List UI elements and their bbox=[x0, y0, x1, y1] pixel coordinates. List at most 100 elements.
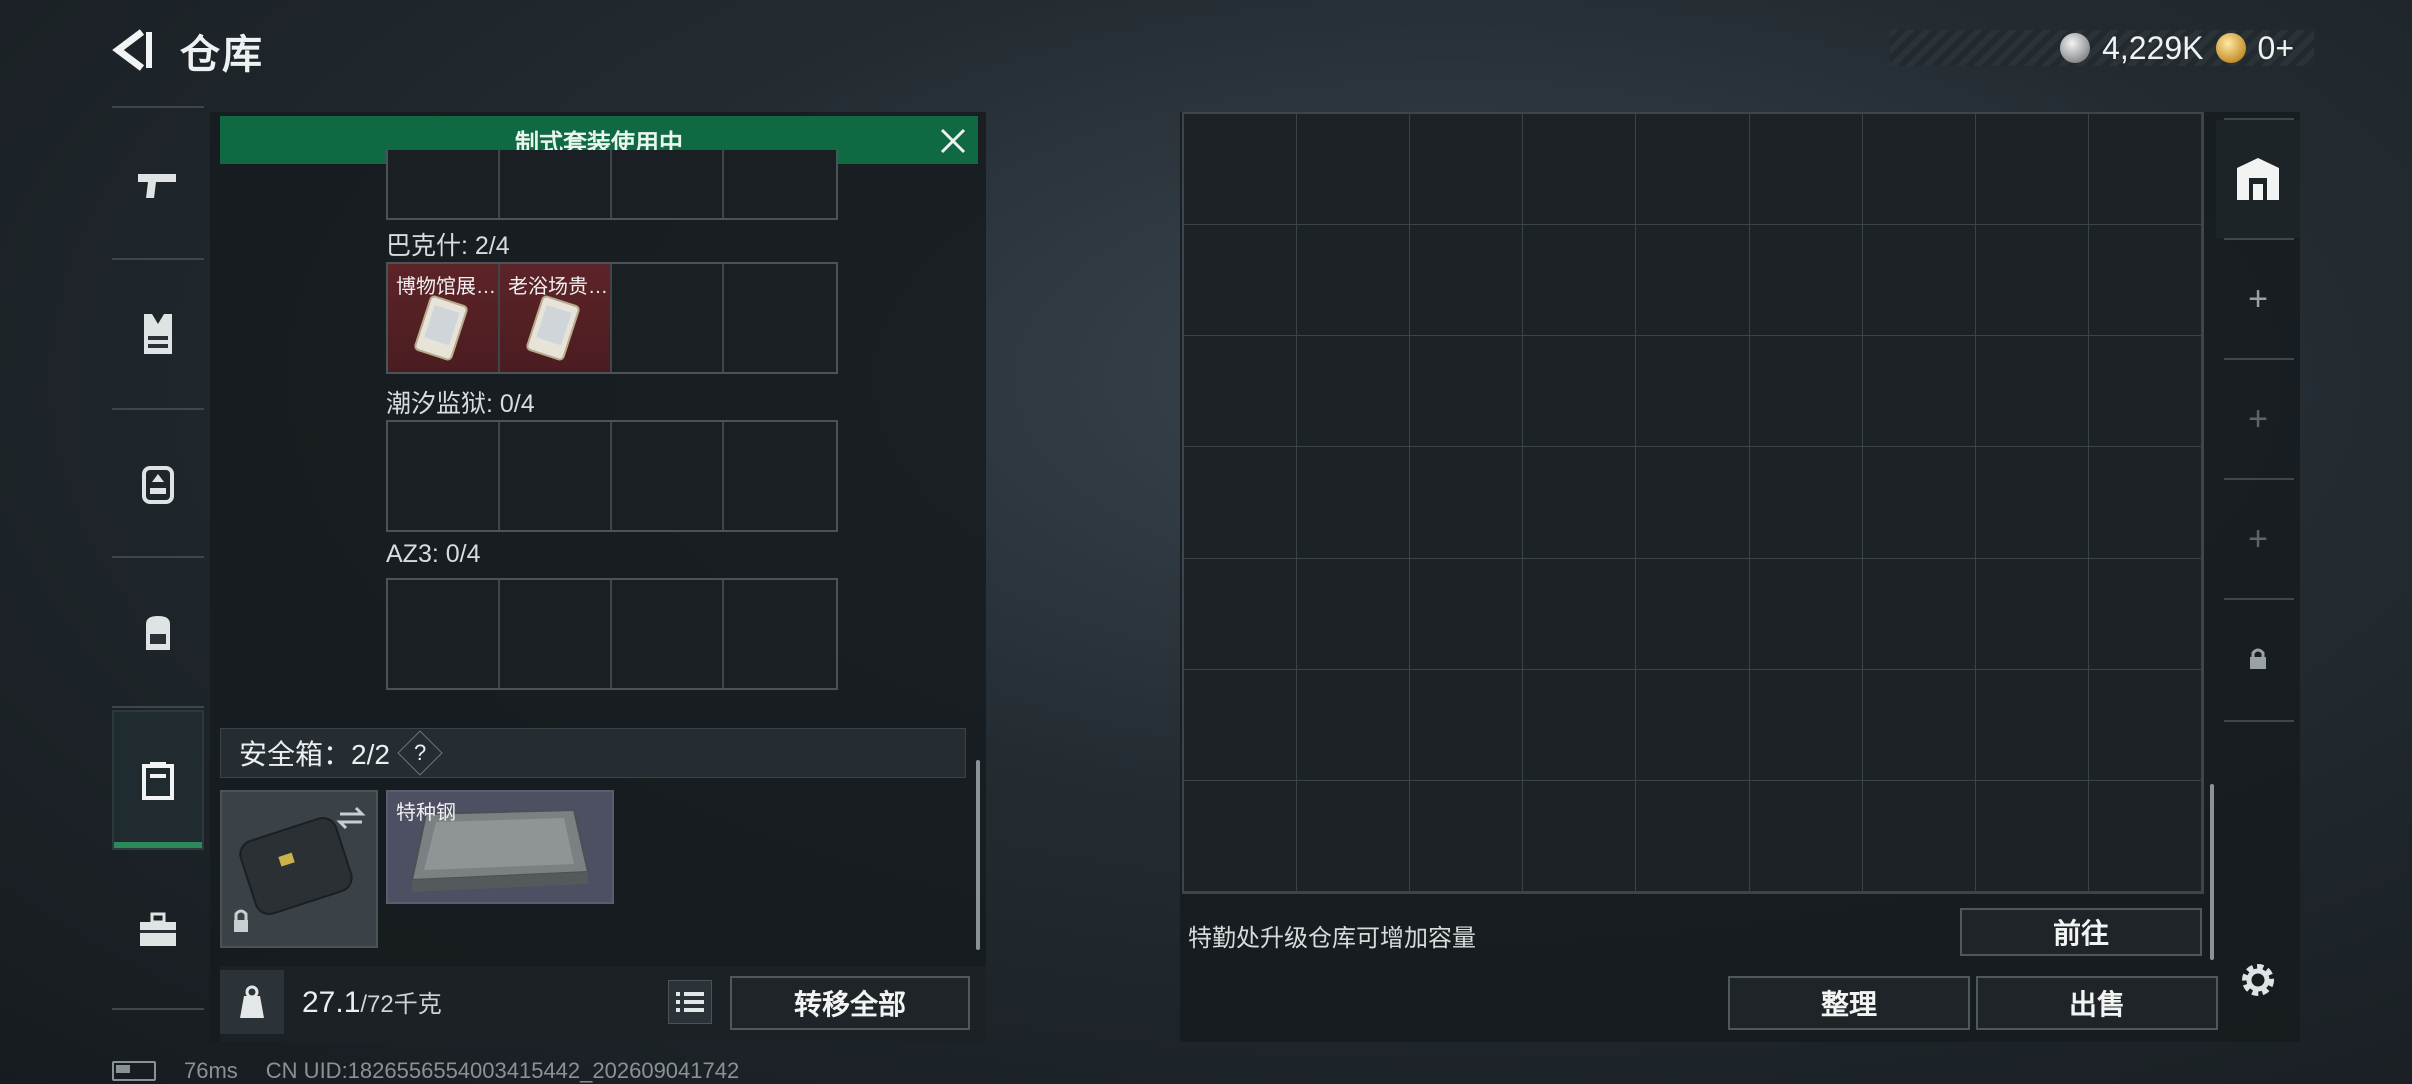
nav-backpack[interactable] bbox=[112, 572, 204, 692]
back-button[interactable] bbox=[112, 28, 156, 72]
grid-cell-item[interactable]: 老浴场贵… bbox=[500, 264, 612, 372]
grid-cell[interactable] bbox=[500, 580, 612, 688]
grid-cell[interactable] bbox=[724, 264, 836, 372]
grid-cell[interactable] bbox=[500, 422, 612, 530]
warehouse-cell[interactable] bbox=[1862, 447, 1976, 559]
grid-cell[interactable] bbox=[500, 150, 612, 218]
warehouse-tab-add-2[interactable]: + bbox=[2216, 360, 2300, 478]
warehouse-cell[interactable] bbox=[1184, 780, 1298, 892]
nav-vest[interactable] bbox=[112, 274, 204, 394]
warehouse-cell[interactable] bbox=[1523, 447, 1637, 559]
warehouse-cell[interactable] bbox=[1410, 114, 1524, 226]
warehouse-cell[interactable] bbox=[1862, 558, 1976, 670]
grid-cell[interactable] bbox=[388, 150, 500, 218]
warehouse-tab-locked[interactable] bbox=[2216, 600, 2300, 718]
warehouse-cell[interactable] bbox=[1410, 669, 1524, 781]
grid-cell[interactable] bbox=[724, 580, 836, 688]
warehouse-cell[interactable] bbox=[2088, 558, 2202, 670]
warehouse-tab-add-3[interactable]: + bbox=[2216, 480, 2300, 598]
warehouse-cell[interactable] bbox=[1523, 114, 1637, 226]
warehouse-cell[interactable] bbox=[1636, 225, 1750, 337]
warehouse-cell[interactable] bbox=[1297, 225, 1411, 337]
nav-chest-rig[interactable] bbox=[112, 424, 204, 544]
organize-button[interactable]: 整理 bbox=[1728, 976, 1970, 1030]
warehouse-cell[interactable] bbox=[1636, 114, 1750, 226]
warehouse-cell[interactable] bbox=[1297, 558, 1411, 670]
warehouse-cell[interactable] bbox=[1862, 114, 1976, 226]
warehouse-cell[interactable] bbox=[1523, 669, 1637, 781]
warehouse-cell[interactable] bbox=[1410, 336, 1524, 448]
warehouse-cell[interactable] bbox=[1184, 447, 1298, 559]
grid-cell[interactable] bbox=[612, 150, 724, 218]
grid-cell-item[interactable]: 博物馆展… bbox=[388, 264, 500, 372]
warehouse-cell[interactable] bbox=[1975, 447, 2089, 559]
warehouse-cell[interactable] bbox=[1749, 336, 1863, 448]
warehouse-cell[interactable] bbox=[1975, 225, 2089, 337]
warehouse-tab-add-1[interactable]: + bbox=[2216, 240, 2300, 358]
right-scrollbar[interactable] bbox=[2210, 784, 2214, 960]
warehouse-cell[interactable] bbox=[1410, 447, 1524, 559]
grid-cell[interactable] bbox=[388, 580, 500, 688]
warehouse-cell[interactable] bbox=[2088, 225, 2202, 337]
warehouse-cell[interactable] bbox=[1523, 336, 1637, 448]
warehouse-cell[interactable] bbox=[1184, 225, 1298, 337]
warehouse-cell[interactable] bbox=[1297, 114, 1411, 226]
warehouse-cell[interactable] bbox=[1184, 558, 1298, 670]
grid-cell[interactable] bbox=[612, 580, 724, 688]
warehouse-cell[interactable] bbox=[1749, 447, 1863, 559]
banner-close-button[interactable] bbox=[936, 124, 970, 158]
warehouse-cell[interactable] bbox=[1297, 780, 1411, 892]
nav-safe-box[interactable] bbox=[112, 710, 204, 850]
warehouse-cell[interactable] bbox=[1862, 225, 1976, 337]
settings-button[interactable] bbox=[2236, 958, 2280, 1002]
left-scrollbar[interactable] bbox=[976, 760, 980, 950]
list-view-button[interactable] bbox=[668, 980, 712, 1024]
safe-box-slot[interactable] bbox=[220, 790, 378, 948]
gold-amount[interactable]: 0+ bbox=[2258, 30, 2294, 67]
special-steel-item[interactable]: 特种钢 bbox=[386, 790, 614, 904]
warehouse-cell[interactable] bbox=[1636, 780, 1750, 892]
grid-cell[interactable] bbox=[388, 422, 500, 530]
warehouse-cell[interactable] bbox=[1636, 558, 1750, 670]
goto-button[interactable]: 前往 bbox=[1960, 908, 2202, 956]
warehouse-tab-main[interactable] bbox=[2216, 120, 2300, 238]
grid-cell[interactable] bbox=[724, 150, 836, 218]
nav-toolbox[interactable] bbox=[112, 870, 204, 990]
warehouse-cell[interactable] bbox=[1410, 558, 1524, 670]
warehouse-cell[interactable] bbox=[1862, 669, 1976, 781]
sell-button[interactable]: 出售 bbox=[1976, 976, 2218, 1030]
warehouse-cell[interactable] bbox=[1636, 669, 1750, 781]
warehouse-cell[interactable] bbox=[2088, 780, 2202, 892]
warehouse-cell[interactable] bbox=[2088, 336, 2202, 448]
warehouse-cell[interactable] bbox=[1297, 669, 1411, 781]
warehouse-cell[interactable] bbox=[1184, 336, 1298, 448]
warehouse-cell[interactable] bbox=[1862, 780, 1976, 892]
warehouse-cell[interactable] bbox=[1975, 336, 2089, 448]
warehouse-cell[interactable] bbox=[1975, 114, 2089, 226]
warehouse-cell[interactable] bbox=[1975, 780, 2089, 892]
warehouse-cell[interactable] bbox=[1749, 780, 1863, 892]
warehouse-cell[interactable] bbox=[2088, 114, 2202, 226]
warehouse-cell[interactable] bbox=[1749, 225, 1863, 337]
warehouse-cell[interactable] bbox=[1636, 447, 1750, 559]
warehouse-cell[interactable] bbox=[1749, 669, 1863, 781]
grid-cell[interactable] bbox=[612, 264, 724, 372]
warehouse-cell[interactable] bbox=[1523, 558, 1637, 670]
warehouse-cell[interactable] bbox=[1184, 114, 1298, 226]
warehouse-cell[interactable] bbox=[1410, 780, 1524, 892]
warehouse-cell[interactable] bbox=[1523, 780, 1637, 892]
warehouse-cell[interactable] bbox=[2088, 669, 2202, 781]
warehouse-cell[interactable] bbox=[2088, 447, 2202, 559]
grid-cell[interactable] bbox=[612, 422, 724, 530]
warehouse-cell[interactable] bbox=[1749, 558, 1863, 670]
warehouse-cell[interactable] bbox=[1297, 336, 1411, 448]
warehouse-cell[interactable] bbox=[1975, 558, 2089, 670]
warehouse-cell[interactable] bbox=[1862, 336, 1976, 448]
warehouse-cell[interactable] bbox=[1975, 669, 2089, 781]
transfer-all-button[interactable]: 转移全部 bbox=[730, 976, 970, 1030]
warehouse-cell[interactable] bbox=[1523, 225, 1637, 337]
warehouse-cell[interactable] bbox=[1749, 114, 1863, 226]
grid-cell[interactable] bbox=[724, 422, 836, 530]
warehouse-cell[interactable] bbox=[1410, 225, 1524, 337]
warehouse-cell[interactable] bbox=[1636, 336, 1750, 448]
